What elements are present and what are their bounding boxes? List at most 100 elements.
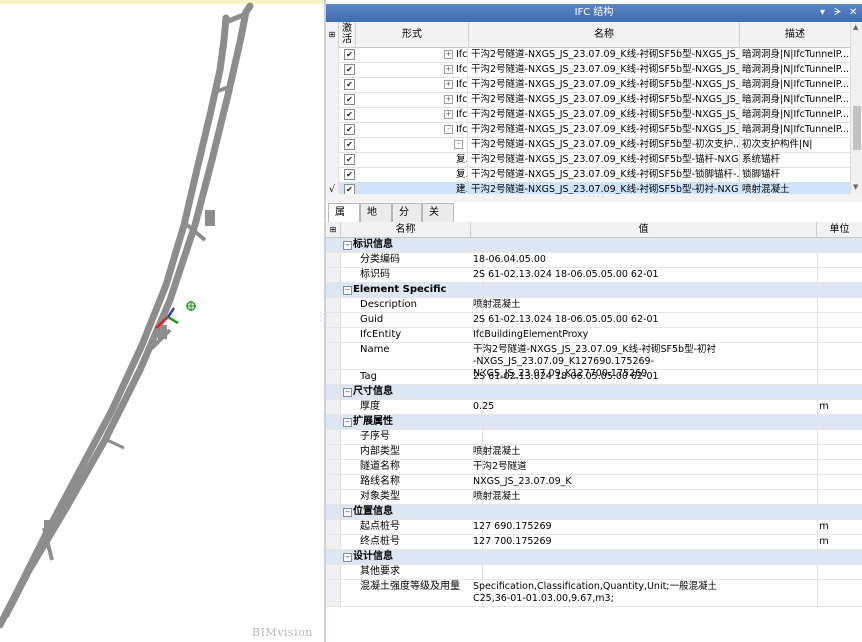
property-row[interactable]: 路线名称 NXGS_JS_23.07.09_K	[326, 475, 862, 490]
collapse-icon[interactable]: -	[454, 140, 463, 149]
property-value[interactable]: Specification,Classification,Quantity,Un…	[471, 580, 818, 607]
property-category[interactable]: − 尺寸信息	[326, 385, 862, 400]
property-value[interactable]: 127 700.175269	[471, 535, 818, 550]
property-category[interactable]: − 扩展属性	[326, 415, 862, 430]
dock-icon[interactable]: ᗒ	[834, 4, 841, 22]
property-value[interactable]: 0.25	[471, 400, 818, 415]
tree-row[interactable]: ✔-IfcFacili...干沟2号隧道-NXGS_JS_23.07.09_K线…	[326, 122, 850, 138]
property-row[interactable]: Description 喷射混凝土	[326, 298, 862, 313]
property-value[interactable]	[471, 565, 818, 580]
property-row[interactable]: 标识码 2S 61-02.13.024 18-06.05.05.00 62-01	[326, 268, 862, 283]
active-checkbox[interactable]: ✔	[344, 109, 355, 120]
property-row[interactable]: 内部类型 喷射混凝土	[326, 445, 862, 460]
property-row[interactable]: Guid 2S 61-02.13.024 18-06.05.05.00 62-0…	[326, 313, 862, 328]
active-checkbox[interactable]: ✔	[344, 79, 355, 90]
property-row[interactable]: 子序号	[326, 430, 862, 445]
pin-dropdown-icon[interactable]: ▾	[820, 4, 825, 22]
expand-icon[interactable]: +	[444, 80, 453, 89]
active-checkbox[interactable]: ✔	[344, 124, 355, 135]
property-row[interactable]: 其他要求	[326, 565, 862, 580]
property-row[interactable]: 起点桩号 127 690.175269 m	[326, 520, 862, 535]
property-category[interactable]: − 标识信息	[326, 238, 862, 253]
active-checkbox[interactable]: ✔	[344, 94, 355, 105]
tree-row[interactable]: ✔+IfcFacili...干沟2号隧道-NXGS_JS_23.07.09_K线…	[326, 77, 850, 93]
column-chooser-icon[interactable]: ⊞	[326, 22, 339, 47]
tab-relations[interactable]: 关系	[422, 203, 454, 236]
property-value[interactable]: 18-06.04.05.00	[471, 253, 818, 268]
tree-row[interactable]: ✔+IfcFacili...干沟2号隧道-NXGS_JS_23.07.09_K线…	[326, 107, 850, 123]
tab-classification[interactable]: 分类	[392, 203, 422, 236]
tree-row[interactable]: ✔+IfcFacili...干沟2号隧道-NXGS_JS_23.07.09_K线…	[326, 47, 850, 63]
active-checkbox[interactable]: ✔	[344, 154, 355, 165]
collapse-icon[interactable]: −	[343, 553, 352, 562]
close-icon[interactable]: ✕	[849, 4, 857, 22]
property-row[interactable]: Name 干沟2号隧道-NXGS_JS_23.07.09_K线-衬砌SF5b型-初…	[326, 343, 862, 379]
column-header-active[interactable]: 激活	[339, 22, 356, 48]
scroll-thumb[interactable]	[853, 106, 861, 150]
property-row[interactable]: 隧道名称 干沟2号隧道	[326, 460, 862, 475]
column-header-desc[interactable]: 描述	[740, 22, 850, 47]
active-checkbox[interactable]: ✔	[344, 64, 355, 75]
property-row[interactable]: IfcEntity IfcBuildingElementProxy	[326, 328, 862, 343]
collapse-icon[interactable]: −	[343, 508, 352, 517]
property-category-title: 扩展属性	[353, 416, 393, 427]
column-header-form[interactable]: 形式	[356, 22, 469, 47]
expand-icon[interactable]: +	[444, 110, 453, 119]
property-value[interactable]: 干沟2号隧道-NXGS_JS_23.07.09_K线-衬砌SF5b型-初衬 -N…	[471, 343, 818, 379]
property-row[interactable]: Tag 2S 61-02.13.024 18-06.05.05.00 62-01	[326, 370, 862, 385]
scroll-up-icon[interactable]: ▲	[853, 23, 858, 31]
expand-icon[interactable]: +	[444, 95, 453, 104]
expand-icon[interactable]: +	[444, 50, 453, 59]
property-value[interactable]: 干沟2号隧道	[471, 460, 818, 475]
property-row[interactable]: 终点桩号 127 700.175269 m	[326, 535, 862, 550]
property-grid[interactable]: ⊞ 名称 值 单位 − 标识信息 分类编码 18-06.04.05.00 标识码 2S …	[326, 222, 862, 642]
collapse-icon[interactable]: −	[343, 388, 352, 397]
collapse-icon[interactable]: -	[444, 125, 453, 134]
property-header-value[interactable]: 值	[471, 222, 817, 237]
property-header-name[interactable]: 名称	[341, 222, 471, 237]
collapse-icon[interactable]: −	[343, 286, 352, 295]
property-row[interactable]: 分类编码 18-06.04.05.00	[326, 253, 862, 268]
tree-row[interactable]: ✔+IfcFacili...干沟2号隧道-NXGS_JS_23.07.09_K线…	[326, 62, 850, 78]
tree-row[interactable]: ✔+IfcFacili...干沟2号隧道-NXGS_JS_23.07.09_K线…	[326, 92, 850, 108]
column-header-name[interactable]: 名称	[469, 22, 740, 47]
property-column-chooser-icon[interactable]: ⊞	[326, 222, 341, 237]
property-value[interactable]: 2S 61-02.13.024 18-06.05.05.00 62-01	[471, 370, 818, 385]
property-value[interactable]: 2S 61-02.13.024 18-06.05.05.00 62-01	[471, 268, 818, 283]
property-value[interactable]: 2S 61-02.13.024 18-06.05.05.00 62-01	[471, 313, 818, 328]
scroll-down-icon[interactable]: ▼	[853, 183, 858, 191]
horizontal-splitter[interactable]: · · · · ·	[326, 194, 862, 202]
tunnel-model[interactable]	[0, 0, 324, 642]
property-value[interactable]: 喷射混凝土	[471, 490, 818, 505]
tree-row[interactable]: ✔ 复...干沟2号隧道-NXGS_JS_23.07.09_K线-衬砌SF5b型-…	[326, 167, 850, 183]
collapse-icon[interactable]: −	[343, 418, 352, 427]
tree-row[interactable]: ✔ 复...干沟2号隧道-NXGS_JS_23.07.09_K线-衬砌SF5b型-…	[326, 152, 850, 168]
property-value[interactable]: IfcBuildingElementProxy	[471, 328, 818, 343]
property-value[interactable]: 喷射混凝土	[471, 445, 818, 460]
active-checkbox[interactable]: ✔	[344, 49, 355, 60]
3d-viewport[interactable]: BIMvision	[0, 0, 324, 642]
active-checkbox[interactable]: ✔	[344, 139, 355, 150]
tree-vertical-scrollbar[interactable]: ▲ ▼	[850, 22, 862, 194]
property-row[interactable]: 对象类型 喷射混凝土	[326, 490, 862, 505]
property-category[interactable]: − 位置信息	[326, 505, 862, 520]
property-category[interactable]: − 设计信息	[326, 550, 862, 565]
expand-icon[interactable]: +	[444, 65, 453, 74]
property-category[interactable]: − Element Specific	[326, 283, 862, 298]
tree-row[interactable]: ✔-IfcFa...干沟2号隧道-NXGS_JS_23.07.09_K线-衬砌S…	[326, 137, 850, 153]
tab-properties[interactable]: 属性	[328, 203, 360, 236]
property-row[interactable]: 混凝土强度等级及用量 Specification,Classification,Q…	[326, 580, 862, 607]
property-value[interactable]: 喷射混凝土	[471, 298, 818, 313]
row-form: +IfcFacili...	[356, 107, 468, 122]
property-row[interactable]: 厚度 0.25 m	[326, 400, 862, 415]
property-category-title: 设计信息	[353, 551, 393, 562]
active-checkbox[interactable]: ✔	[344, 169, 355, 180]
ifc-structure-tree[interactable]: ⊞ 激活 形式 名称 描述 ✔+IfcFacili...干沟2号隧道-NXGS_…	[326, 22, 850, 195]
collapse-icon[interactable]: −	[343, 241, 352, 250]
property-value[interactable]	[471, 430, 818, 445]
property-value[interactable]: NXGS_JS_23.07.09_K	[471, 475, 818, 490]
property-value[interactable]: 127 690.175269	[471, 520, 818, 535]
row-form: +IfcFacili...	[356, 77, 468, 92]
tab-location[interactable]: 地点	[360, 203, 392, 236]
property-header-unit[interactable]: 单位	[817, 222, 862, 237]
